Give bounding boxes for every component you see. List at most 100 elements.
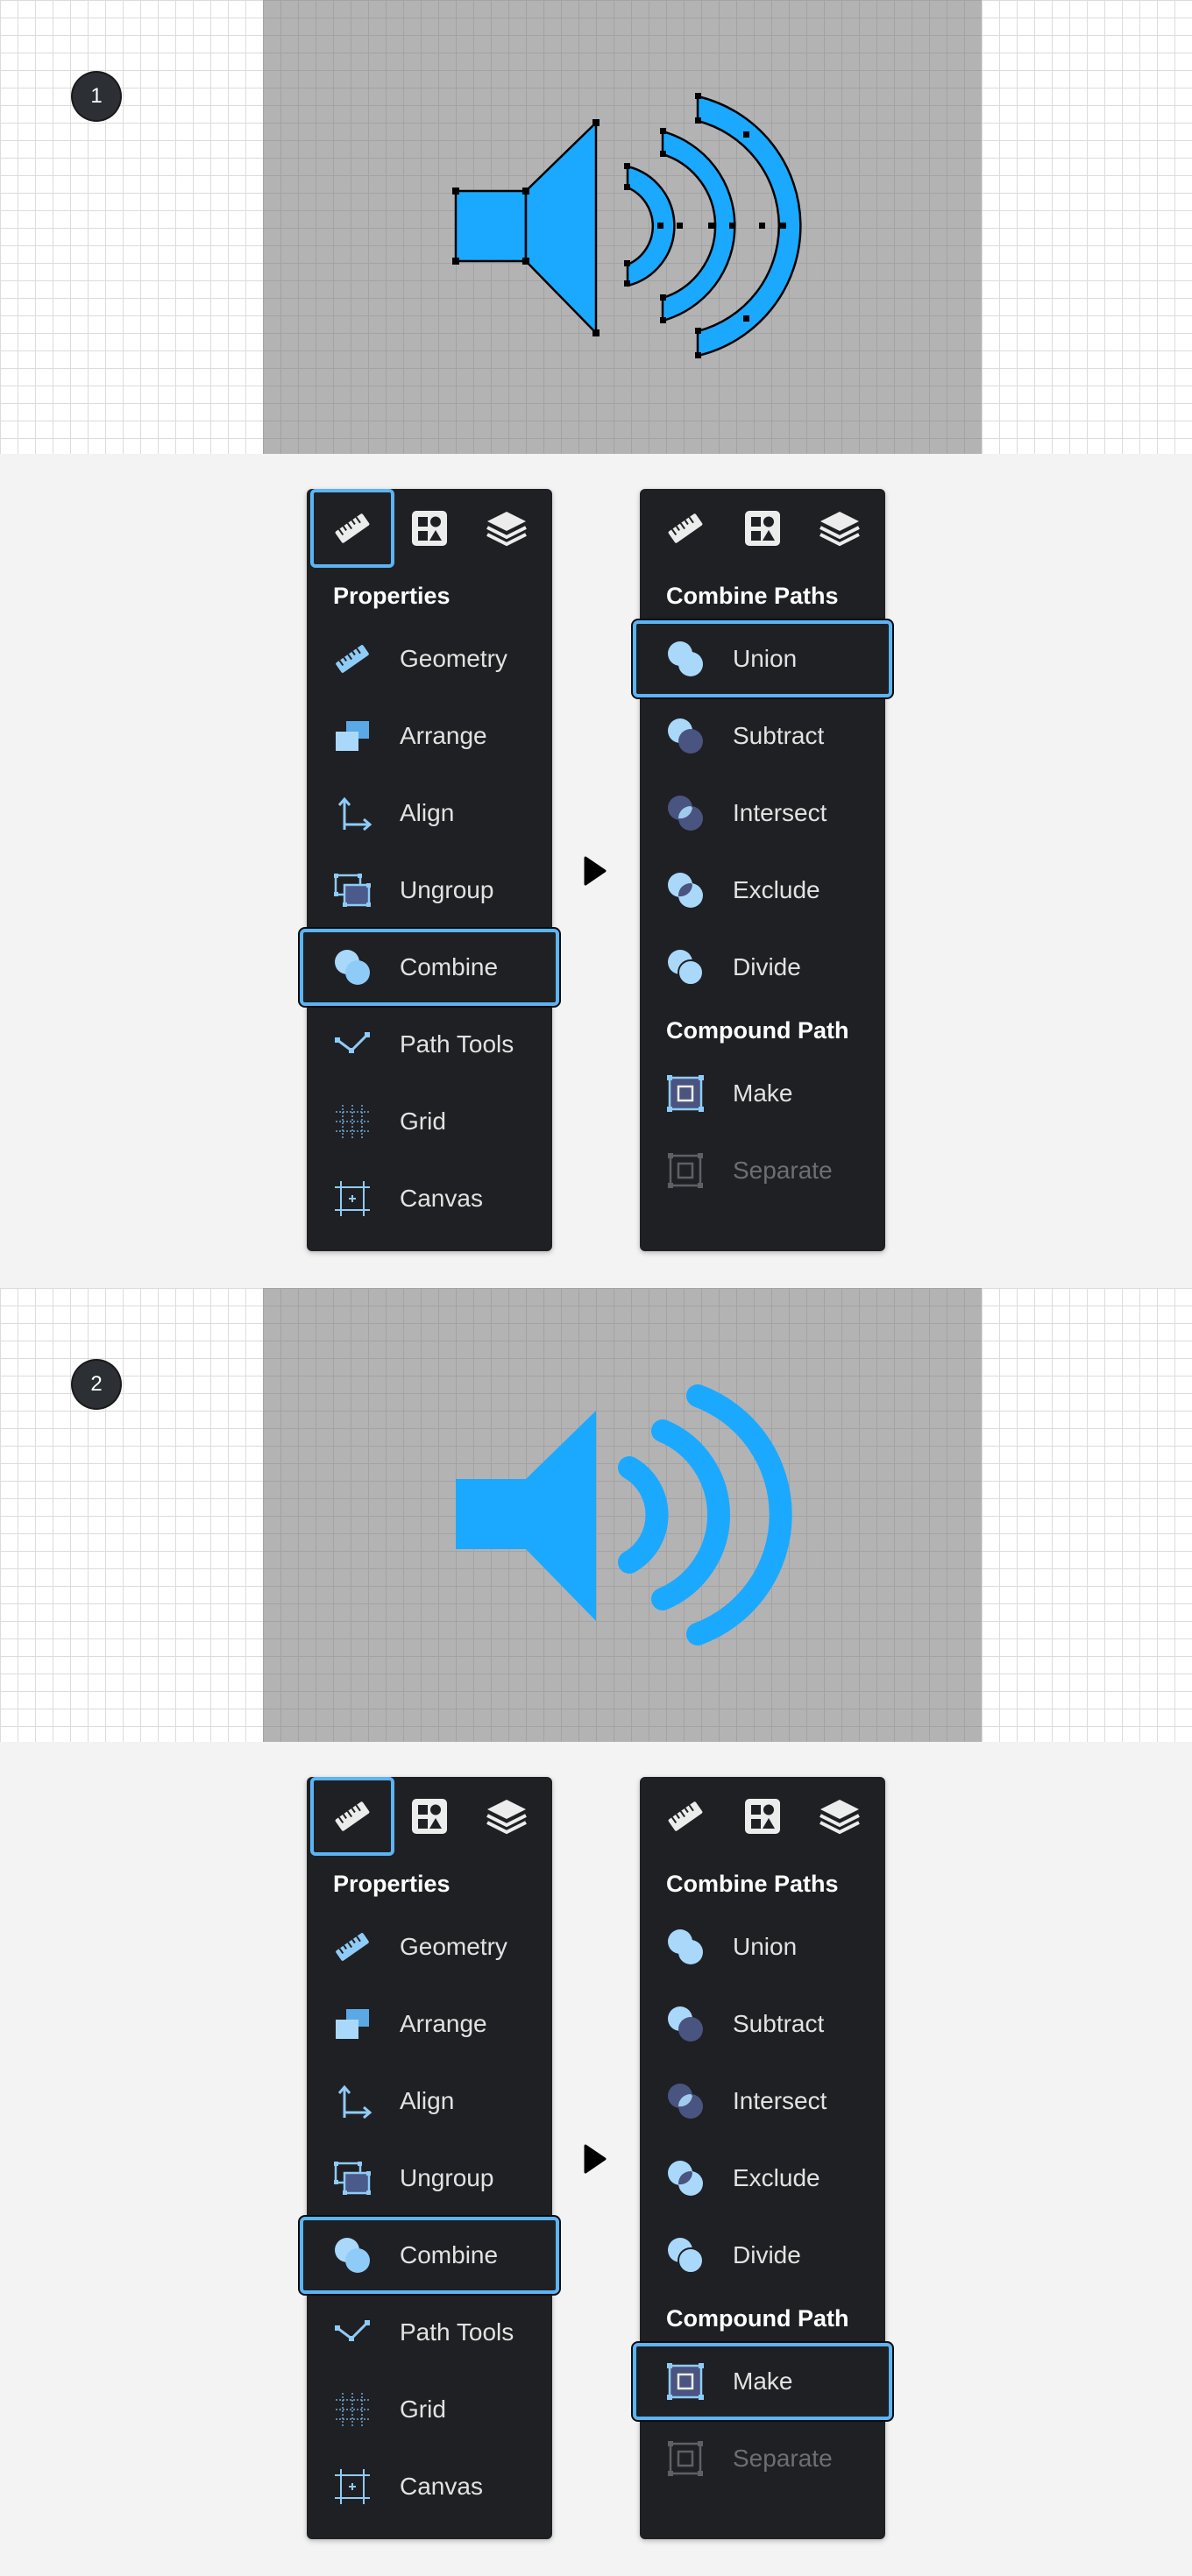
menu-item-label: Union [733,645,798,672]
menu-item-arrange[interactable]: Arrange [307,697,552,775]
artboard-step-1[interactable] [263,0,982,454]
menu-item-union[interactable]: Union [640,1908,885,1985]
menu-item-subtract[interactable]: Subtract [640,697,885,775]
tab-layers[interactable] [465,489,549,568]
menu-item-align[interactable]: Align [307,775,552,852]
path-tools-icon [335,2320,370,2341]
layers-icon [820,1800,860,1835]
menu-item-grid[interactable]: Grid [307,2371,552,2448]
arrange-icon [336,2009,369,2039]
menu-item-ungroup[interactable]: Ungroup [307,2140,552,2217]
menu-item-divide[interactable]: Divide [640,929,885,1006]
path-tools-icon [335,1032,370,1053]
section-title-properties: Properties [333,583,451,609]
menu-item-ungroup[interactable]: Ungroup [307,852,552,929]
section-title-combine-paths: Combine Paths [666,583,839,609]
make-icon [667,1075,704,1112]
divide-icon [668,2238,704,2274]
align-icon [337,796,372,832]
properties-panel: Properties Geometry Arrange Align Ungrou… [300,489,559,1251]
tab-properties[interactable] [643,489,727,568]
combine-paths-panel: Combine Paths Union Subtract Intersect E… [633,489,892,1251]
tab-layers[interactable] [798,1777,882,1856]
ruler-icon [336,1933,369,1961]
tab-shapes[interactable] [720,1777,805,1856]
menu-item-align[interactable]: Align [307,2063,552,2140]
menu-item-geometry[interactable]: Geometry [307,620,552,697]
menu-item-exclude[interactable]: Exclude [640,2140,885,2217]
canvas-icon [335,2469,370,2504]
grid-icon [336,2393,369,2426]
play-arrow-icon [584,2144,607,2174]
menu-item-label: Union [733,1933,798,1960]
section-title-compound-path: Compound Path [666,2305,849,2332]
play-arrow-icon [584,856,607,886]
tab-layers[interactable] [798,489,882,568]
menu-item-label: Subtract [733,2010,825,2037]
menu-item-label: Align [400,2087,455,2114]
menu-item-label: Canvas [400,1185,483,1212]
menu-item-union[interactable]: Union [633,620,892,697]
tab-layers[interactable] [465,1777,549,1856]
subtract-icon [668,2006,703,2042]
tab-properties[interactable] [310,489,394,568]
canvas-icon [335,1181,370,1216]
tab-shapes[interactable] [387,489,472,568]
menu-item-make[interactable]: Make [640,1055,885,1132]
ungroup-icon [334,2162,371,2195]
tab-properties[interactable] [643,1777,727,1856]
speaker-artwork-combined[interactable] [263,1288,982,1742]
menu-item-grid[interactable]: Grid [307,1083,552,1160]
menu-item-label: Separate [733,2445,833,2472]
menu-item-intersect[interactable]: Intersect [640,2063,885,2140]
menu-item-canvas[interactable]: Canvas [307,2448,552,2525]
shapes-icon [412,511,447,546]
exclude-icon [668,873,703,908]
menu-item-divide[interactable]: Divide [640,2217,885,2294]
speaker-artwork-outlined[interactable] [263,0,982,454]
combine-paths-panel: Combine Paths Union Subtract Intersect E… [633,1777,892,2539]
ruler-icon [668,513,703,543]
tab-shapes[interactable] [387,1777,472,1856]
grid-icon [336,1105,369,1138]
menu-item-label: Make [733,2367,793,2395]
ruler-icon [336,645,369,673]
panels-row-step-2: Properties Geometry Arrange Align Ungrou… [0,1742,1192,2539]
ruler-icon [335,513,370,543]
menu-item-exclude[interactable]: Exclude [640,852,885,929]
shapes-icon [412,1799,447,1834]
separate-icon [668,1153,703,1188]
menu-item-label: Canvas [400,2473,483,2500]
menu-item-label: Exclude [733,876,820,903]
make-icon [667,2363,704,2400]
panel-tabs [640,489,885,568]
step-badge: 1 [73,73,120,120]
menu-item-intersect[interactable]: Intersect [640,775,885,852]
menu-item-label: Separate [733,1157,833,1184]
menu-item-label: Grid [400,2396,446,2423]
menu-item-label: Make [733,1079,793,1107]
menu-item-arrange[interactable]: Arrange [307,1985,552,2063]
shapes-icon [745,511,780,546]
arrange-icon [336,721,369,751]
layers-icon [486,1800,527,1835]
menu-item-combine[interactable]: Combine [300,929,559,1006]
menu-item-geometry[interactable]: Geometry [307,1908,552,1985]
menu-item-canvas[interactable]: Canvas [307,1160,552,1237]
ruler-icon [335,1801,370,1831]
subtract-icon [668,718,703,754]
separate-icon [668,2441,703,2476]
menu-item-subtract[interactable]: Subtract [640,1985,885,2063]
menu-item-label: Ungroup [400,876,494,903]
menu-item-label: Path Tools [400,2318,514,2346]
tab-properties[interactable] [310,1777,394,1856]
menu-item-path-tools[interactable]: Path Tools [307,1006,552,1083]
menu-item-label: Ungroup [400,2164,494,2191]
intersect-icon [668,2084,703,2119]
tab-shapes[interactable] [720,489,805,568]
artboard-step-2[interactable] [263,1288,982,1742]
menu-item-make[interactable]: Make [633,2343,892,2420]
menu-item-path-tools[interactable]: Path Tools [307,2294,552,2371]
menu-item-label: Divide [733,953,801,980]
menu-item-combine[interactable]: Combine [300,2217,559,2294]
